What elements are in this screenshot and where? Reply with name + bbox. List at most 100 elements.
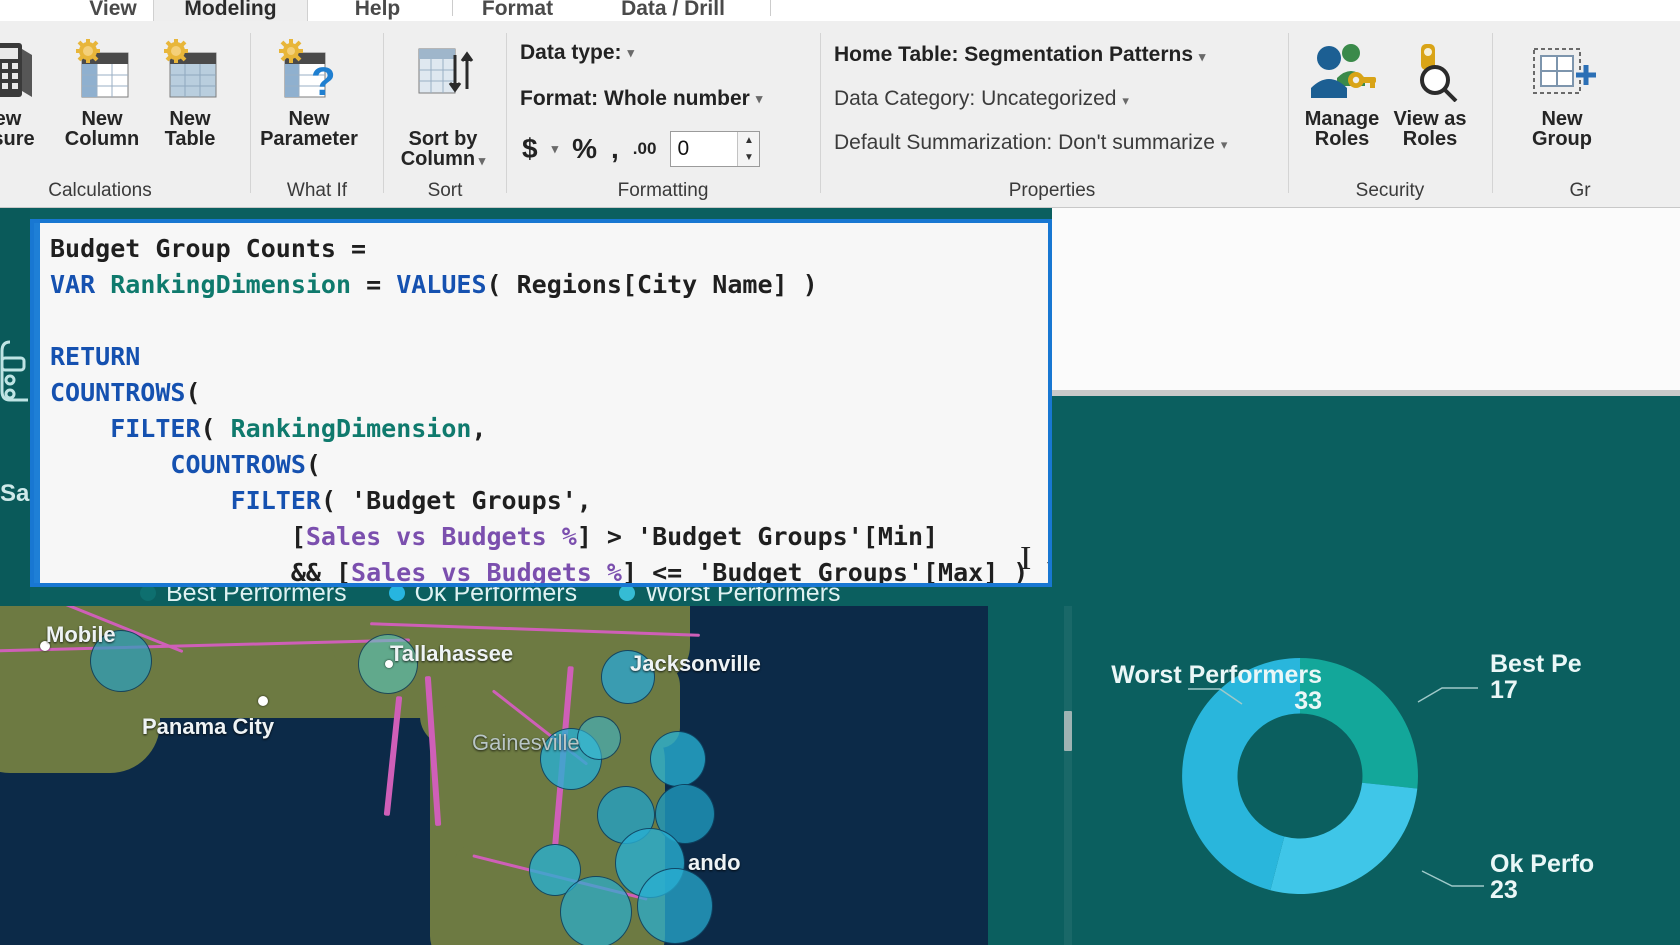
- home-table-control[interactable]: Home Table: Segmentation Patterns ▾: [834, 43, 1205, 67]
- ribbon-group-formatting: Data type: ▾ Format: Whole number ▾ $ ▾ …: [508, 21, 818, 208]
- performance-map[interactable]: Mobile Tallahassee Jacksonville Panama C…: [0, 606, 988, 945]
- format-toolbar: $ ▾ % , .00 0 ▲ ▼: [522, 131, 761, 167]
- legend-dot-icon: [388, 585, 405, 601]
- stepper-up-icon[interactable]: ▲: [738, 132, 759, 149]
- dax-token: FILTER: [50, 486, 321, 515]
- key-influencers-icon[interactable]: [0, 336, 30, 406]
- map-bubble[interactable]: [650, 731, 706, 787]
- ribbon-group-title: Security: [1355, 180, 1425, 201]
- tab-label: Help: [354, 0, 401, 20]
- chevron-down-icon[interactable]: ▾: [756, 91, 763, 107]
- ribbon-group-whatif: ? New Parameter What If: [252, 21, 382, 208]
- view-as-roles-label: View as Roles: [1393, 108, 1467, 150]
- new-group-button[interactable]: New Group: [1512, 35, 1612, 149]
- tab-format[interactable]: Format: [465, 0, 570, 22]
- tab-label: Data / Drill: [621, 0, 725, 20]
- decimal-places-stepper[interactable]: 0 ▲ ▼: [670, 131, 761, 167]
- dax-code-line: VAR RankingDimension = VALUES( Regions[C…: [50, 267, 1044, 303]
- donut-label-best-name: Best Pe: [1490, 650, 1582, 678]
- dax-token: COUNTROWS: [50, 450, 306, 479]
- donut-label-ok-name: Ok Perfo: [1490, 850, 1595, 878]
- data-category-label: Data Category: Uncategorized: [834, 87, 1117, 110]
- dax-code-line: COUNTROWS(: [50, 447, 1044, 483]
- ribbon: ew asure: [0, 21, 1680, 208]
- visual-scrollbar-thumb[interactable]: [1064, 711, 1072, 751]
- ribbon-group-title: Sort: [427, 180, 463, 201]
- dax-formula-editor[interactable]: Budget Group Counts = VAR RankingDimensio…: [30, 219, 1052, 587]
- manage-roles-button[interactable]: Manage Roles: [1292, 35, 1392, 149]
- view-as-roles-button[interactable]: View as Roles: [1380, 35, 1480, 149]
- ribbon-group-properties: Home Table: Segmentation Patterns ▾ Data…: [822, 21, 1282, 208]
- city-label: Tallahassee: [390, 641, 514, 666]
- ribbon-tabstrip: View Modeling Help Format Data / Drill: [0, 0, 1680, 22]
- dax-code-line: && [Sales vs Budgets %] <= 'Budget Group…: [50, 555, 1048, 583]
- stepper-buttons[interactable]: ▲ ▼: [737, 132, 760, 166]
- tab-help[interactable]: Help: [325, 0, 430, 22]
- new-column-button[interactable]: New Column: [52, 35, 152, 149]
- data-category-control[interactable]: Data Category: Uncategorized ▾: [834, 87, 1129, 111]
- donut-leader-line: [1421, 870, 1484, 887]
- ribbon-divider: [1288, 33, 1289, 193]
- ribbon-group-sort: Sort by Column ▾ Sort: [385, 21, 505, 208]
- dax-formula-code[interactable]: Budget Group Counts = VAR RankingDimensio…: [50, 231, 1048, 583]
- ribbon-group-title: Properties: [1008, 180, 1096, 201]
- percent-button[interactable]: %: [572, 133, 597, 165]
- tab-data-drill[interactable]: Data / Drill: [598, 0, 748, 22]
- visual-scrollbar[interactable]: [1064, 606, 1072, 945]
- dax-token: Sales vs Budgets %: [305, 522, 577, 551]
- dax-token: RankingDimension: [110, 270, 352, 299]
- new-parameter-icon: ?: [275, 35, 343, 107]
- budget-group-donut-visual[interactable]: Worst Performers 33 Best Pe 17 Ok Perfo …: [1064, 606, 1680, 945]
- dax-token: ,: [471, 414, 487, 443]
- tab-view[interactable]: View: [58, 0, 168, 22]
- new-parameter-label: New Parameter: [260, 108, 358, 150]
- stepper-down-icon[interactable]: ▼: [738, 149, 759, 166]
- text-cursor-icon: I: [1020, 540, 1032, 577]
- dax-token: ] <= 'Budget Groups'[Max] ) ) > 0 ) ): [621, 558, 1048, 587]
- calculator-icon: [0, 35, 36, 107]
- donut-label-worst: Worst Performers 33: [1082, 662, 1322, 715]
- chevron-down-icon[interactable]: ▾: [1221, 137, 1228, 152]
- new-table-label: New Table: [164, 108, 216, 150]
- new-table-button[interactable]: New Table: [140, 35, 240, 149]
- chevron-down-icon[interactable]: ▾: [1199, 49, 1206, 64]
- legend-dot-icon: [619, 585, 636, 601]
- new-table-icon: [158, 35, 222, 107]
- ribbon-group-calculations: ew asure: [0, 21, 250, 208]
- donut-label-worst-value: 33: [1294, 687, 1322, 716]
- formula-bar-background-inner: [1052, 208, 1680, 390]
- data-type-control[interactable]: Data type: ▾: [520, 41, 634, 65]
- tab-label: Format: [481, 0, 554, 20]
- city-label: ando: [688, 850, 741, 875]
- new-column-label: New Column: [64, 108, 140, 150]
- chevron-down-icon[interactable]: ▾: [552, 141, 559, 157]
- format-control[interactable]: Format: Whole number ▾: [520, 87, 762, 111]
- ribbon-group-title: What If: [286, 180, 348, 201]
- thousands-separator-button[interactable]: ,: [611, 133, 619, 165]
- new-measure-button[interactable]: ew asure: [0, 35, 58, 149]
- decimal-places-button[interactable]: .00: [633, 139, 657, 159]
- sort-by-column-button[interactable]: Sort by Column ▾: [393, 35, 493, 169]
- power-bi-window: View Modeling Help Format Data / Drill e…: [0, 0, 1680, 945]
- currency-button[interactable]: $: [522, 133, 538, 165]
- chevron-down-icon[interactable]: ▾: [628, 45, 635, 61]
- donut-slice-ok[interactable]: [1270, 782, 1418, 894]
- dax-token: (: [200, 414, 231, 443]
- map-bubble[interactable]: [577, 716, 621, 760]
- default-summarization-label: Default Summarization: Don't summarize: [834, 131, 1215, 154]
- tab-modeling[interactable]: Modeling: [153, 0, 308, 22]
- map-bubble[interactable]: [560, 876, 632, 945]
- dax-token: ] > 'Budget Groups'[Min]: [576, 522, 939, 551]
- decimal-places-value[interactable]: 0: [671, 132, 737, 166]
- chevron-down-icon[interactable]: ▾: [475, 153, 486, 168]
- new-measure-label: ew asure: [0, 108, 35, 150]
- left-nav-label: Sa: [0, 480, 30, 507]
- sort-by-column-text: Sort by Column: [400, 128, 478, 170]
- ribbon-group-title: Gr: [1569, 180, 1591, 201]
- map-bubble[interactable]: [637, 868, 713, 944]
- default-summarization-control[interactable]: Default Summarization: Don't summarize ▾: [834, 131, 1227, 155]
- new-parameter-button[interactable]: ? New Parameter: [259, 35, 359, 149]
- ribbon-group-security: Manage Roles View as Roles Security: [1290, 21, 1490, 208]
- chevron-down-icon[interactable]: ▾: [1122, 93, 1129, 108]
- ribbon-divider: [383, 33, 384, 193]
